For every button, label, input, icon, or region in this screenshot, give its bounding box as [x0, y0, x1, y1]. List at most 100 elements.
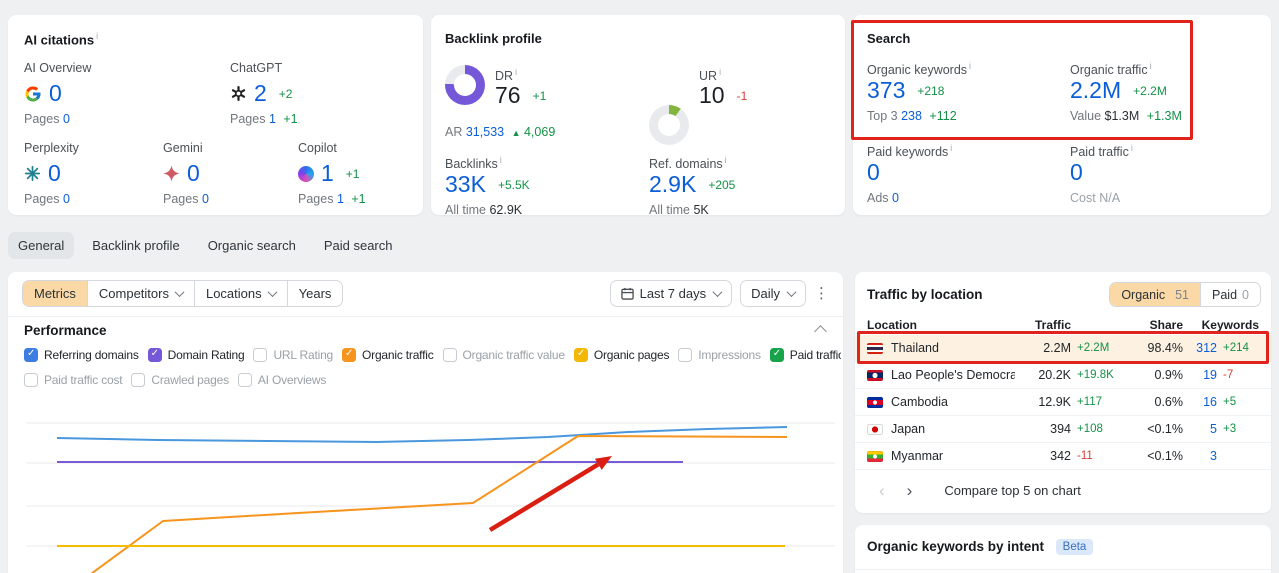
checkbox: [769, 348, 784, 362]
checkbox: [24, 373, 38, 387]
checkbox-paid-traffic-cost[interactable]: Paid traffic cost: [24, 373, 123, 387]
info-icon: i: [719, 67, 722, 77]
copilot-count[interactable]: 1: [321, 162, 334, 185]
backlinks-value-link[interactable]: 33K: [445, 173, 486, 196]
ai-item-gemini: Gemini 0 Pages 0: [163, 141, 209, 206]
ahrefs-rank-link[interactable]: 31,533: [466, 125, 504, 139]
cost-line: Cost N/A: [1070, 191, 1121, 205]
table-row-thailand[interactable]: Thailand 2.2M +2.2M 98.4% 312 +214: [855, 335, 1271, 362]
table-row-laos[interactable]: Lao People's Democratic Reput 20.2K +19.…: [855, 362, 1271, 389]
compare-top5-link[interactable]: Compare top 5 on chart: [944, 483, 1081, 498]
dr-donut-chart: [445, 65, 485, 105]
organic-keywords-value-link[interactable]: 373: [867, 79, 905, 102]
paid-keywords-value-link[interactable]: 0: [867, 161, 880, 184]
metrics-button[interactable]: Metrics: [23, 281, 87, 306]
tab-organic-search[interactable]: Organic search: [198, 232, 306, 259]
chart-toolbar: Metrics Competitors Locations Years Last…: [22, 280, 829, 307]
checkbox-paid-traffic[interactable]: Paid traffic: [769, 348, 841, 362]
toolbar-divider: [8, 316, 843, 317]
info-icon: i: [515, 67, 518, 77]
traffic-value-line: Value $1.3M +1.3M: [1070, 109, 1182, 123]
checkbox-referring-domains[interactable]: Referring domains: [24, 348, 139, 362]
toggle-organic[interactable]: Organic 51: [1110, 283, 1201, 306]
info-icon: i: [1149, 61, 1152, 71]
organic-paid-toggle: Organic 51 Paid 0: [1109, 282, 1261, 307]
checkbox: [147, 348, 162, 362]
keywords-link[interactable]: 16: [1189, 395, 1217, 409]
checkbox-domain-rating[interactable]: Domain Rating: [147, 348, 245, 362]
top3-link[interactable]: 238: [901, 109, 922, 123]
pages-count-link[interactable]: 0: [63, 112, 70, 126]
organic-traffic-value-link[interactable]: 2.2M: [1070, 79, 1121, 102]
cambodia-flag-icon: [867, 396, 883, 408]
traffic-location-title: Traffic by location: [867, 287, 983, 302]
backlink-profile-title: Backlink profile: [445, 31, 542, 46]
checkbox: [24, 348, 38, 362]
keywords-link[interactable]: 312: [1189, 341, 1217, 355]
location-table-body: Thailand 2.2M +2.2M 98.4% 312 +214 Lao P…: [855, 335, 1271, 470]
checkbox: [573, 348, 588, 362]
tab-paid-search[interactable]: Paid search: [314, 232, 403, 259]
checkbox: [131, 373, 146, 387]
chatgpt-count[interactable]: 2: [254, 82, 267, 105]
table-row-japan[interactable]: Japan 394 +108 <0.1% 5 +3: [855, 416, 1271, 443]
traffic-location-header: Traffic by location Organic 51 Paid 0: [867, 282, 1261, 307]
ai-overview-count[interactable]: 0: [49, 82, 62, 105]
keywords-link[interactable]: 5: [1189, 422, 1217, 436]
pages-count-link[interactable]: 1: [337, 192, 344, 206]
paid-traffic-value-link[interactable]: 0: [1070, 161, 1083, 184]
ref-domains-value-link[interactable]: 2.9K: [649, 173, 696, 196]
pages-count-link[interactable]: 0: [63, 192, 70, 206]
date-controls: Last 7 days Daily ⋮: [609, 280, 829, 307]
checkbox-crawled-pages[interactable]: Crawled pages: [131, 373, 229, 387]
prev-page-button[interactable]: ‹: [879, 482, 885, 499]
keywords-link[interactable]: 3: [1189, 449, 1217, 463]
checkbox-ai-overviews[interactable]: AI Overviews: [237, 373, 326, 387]
location-table-footer: ‹ › Compare top 5 on chart: [879, 482, 1081, 499]
interval-dropdown[interactable]: Daily: [740, 280, 806, 307]
gemini-count[interactable]: 0: [187, 162, 200, 185]
checkbox-organic-pages[interactable]: Organic pages: [573, 348, 669, 362]
annotation-arrow-line: [488, 462, 600, 532]
metric-checkbox-row-2: Paid traffic cost Crawled pages AI Overv…: [24, 373, 841, 387]
triangle-up-icon: ▲: [511, 128, 521, 138]
japan-flag-icon: [867, 423, 883, 435]
keywords-link[interactable]: 19: [1189, 368, 1217, 382]
keywords-by-intent-card: Organic keywords by intent Beta: [855, 525, 1271, 573]
tab-general[interactable]: General: [8, 232, 75, 259]
next-page-button[interactable]: ›: [907, 482, 913, 499]
chatgpt-icon: [231, 86, 246, 101]
competitors-dropdown[interactable]: Competitors: [86, 281, 194, 306]
perplexity-count[interactable]: 0: [48, 162, 61, 185]
paid-keywords-label: Paid keywords i: [867, 143, 953, 160]
perplexity-icon: [24, 165, 41, 182]
checkbox-organic-traffic-value[interactable]: Organic traffic value: [442, 348, 565, 362]
locations-dropdown[interactable]: Locations: [193, 281, 287, 306]
pages-count-link[interactable]: 1: [269, 112, 276, 126]
collapse-section-button[interactable]: [814, 325, 827, 338]
ai-item-copilot: Copilot 1 +1 Pages 1 +1: [298, 141, 366, 206]
toggle-paid[interactable]: Paid 0: [1200, 283, 1260, 306]
ur-value: 10: [699, 82, 725, 108]
ads-link[interactable]: 0: [892, 191, 899, 205]
performance-line-chart[interactable]: [8, 395, 843, 573]
search-card: Search Organic keywords i 373 +218 Top 3 2…: [853, 15, 1271, 215]
date-range-dropdown[interactable]: Last 7 days: [609, 280, 733, 307]
ahrefs-rank-line: AR 31,533 ▲ 4,069: [445, 125, 556, 139]
checkbox-url-rating[interactable]: URL Rating: [253, 348, 333, 362]
checkbox-organic-traffic[interactable]: Organic traffic: [342, 348, 434, 362]
google-icon: [25, 86, 41, 101]
location-table-header: Location Traffic Share Keywords: [855, 316, 1271, 334]
years-button[interactable]: Years: [286, 281, 343, 306]
ai-item-perplexity: Perplexity 0 Pages 0: [24, 141, 79, 206]
info-icon: i: [499, 155, 502, 165]
pages-count-link[interactable]: 0: [202, 192, 209, 206]
tab-backlink-profile[interactable]: Backlink profile: [82, 232, 189, 259]
more-options-button[interactable]: ⋮: [814, 286, 829, 301]
table-row-cambodia[interactable]: Cambodia 12.9K +117 0.6% 16 +5: [855, 389, 1271, 416]
checkbox-impressions[interactable]: Impressions: [678, 348, 761, 362]
checkbox: [678, 348, 693, 362]
series-organic-traffic: [90, 435, 788, 573]
table-row-myanmar[interactable]: Myanmar 342 -11 <0.1% 3: [855, 443, 1271, 470]
laos-flag-icon: [867, 369, 883, 381]
